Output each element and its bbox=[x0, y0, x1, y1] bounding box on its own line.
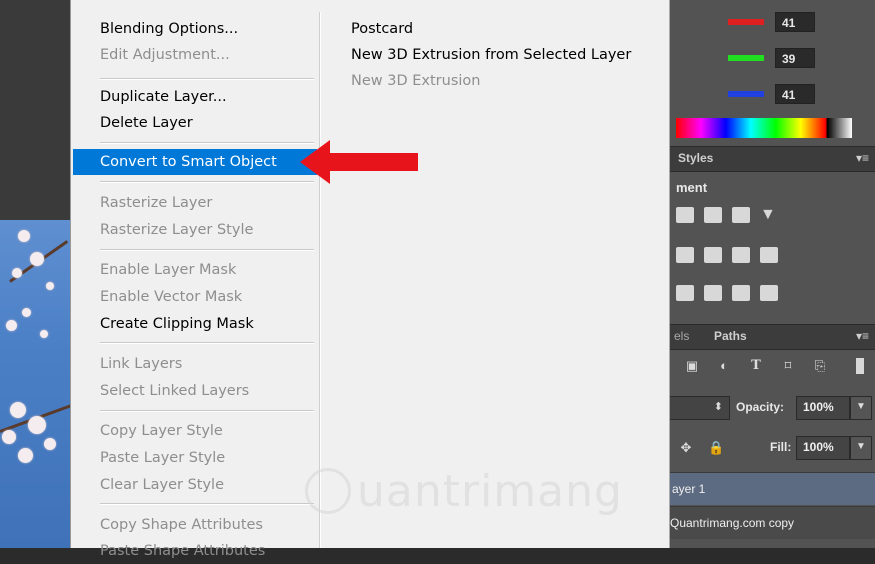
menu-separator bbox=[100, 142, 314, 144]
menu-main-column: Blending Options... Edit Adjustment... D… bbox=[71, 0, 319, 559]
menu-item-create-clipping-mask[interactable]: Create Clipping Mask bbox=[71, 311, 317, 337]
levels-icon[interactable] bbox=[676, 206, 694, 223]
tab-channels[interactable]: els bbox=[674, 329, 689, 343]
exposure-icon[interactable] bbox=[732, 206, 750, 223]
menu-separator bbox=[100, 503, 314, 505]
adjustment-filter-icon[interactable]: ◐ bbox=[716, 358, 732, 374]
layers-panel-header: els Paths ▾≡ bbox=[668, 324, 875, 350]
styles-panel-header: Styles ▾≡ bbox=[668, 146, 875, 172]
menu-separator bbox=[100, 342, 314, 344]
bw-icon[interactable] bbox=[676, 246, 694, 263]
red-arrow-icon bbox=[300, 140, 418, 184]
layer-row[interactable]: Quantrimang.com copy bbox=[668, 506, 875, 539]
menu-item-duplicate-layer[interactable]: Duplicate Layer... bbox=[71, 84, 317, 110]
menu-item-copy-shape-attributes: Copy Shape Attributes bbox=[100, 517, 263, 533]
lock-icon[interactable]: 🔒 bbox=[708, 440, 724, 456]
photo-filter-icon[interactable] bbox=[704, 246, 722, 263]
color-spectrum[interactable] bbox=[676, 118, 852, 138]
tab-styles[interactable]: Styles bbox=[678, 151, 713, 165]
fill-value: 100% bbox=[803, 440, 834, 454]
smart-object-filter-icon[interactable]: ⎘ bbox=[812, 358, 828, 374]
adjustment-icons-row-3 bbox=[676, 284, 788, 306]
color-panel: 41 39 41 bbox=[668, 0, 875, 110]
tab-paths[interactable]: Paths bbox=[714, 329, 747, 343]
opacity-field[interactable]: 100% bbox=[796, 396, 850, 420]
menu-item-rasterize-layer-style: Rasterize Layer Style bbox=[100, 222, 254, 238]
menu-item-postcard[interactable]: Postcard bbox=[351, 16, 413, 42]
blend-mode-select[interactable]: ⬍ bbox=[668, 396, 730, 420]
menu-item-new-3d-extrusion-from-selected[interactable]: New 3D Extrusion from Selected Layer bbox=[351, 42, 631, 68]
opacity-dropdown[interactable]: ▼ bbox=[850, 396, 872, 420]
channel-mixer-icon[interactable] bbox=[732, 246, 750, 263]
threshold-icon[interactable] bbox=[732, 284, 750, 301]
menu-item-edit-adjustment: Edit Adjustment... bbox=[100, 47, 230, 63]
menu-item-new-3d-extrusion: New 3D Extrusion bbox=[351, 73, 481, 89]
layer-name: ayer 1 bbox=[672, 482, 706, 496]
blue-value[interactable]: 41 bbox=[775, 84, 815, 104]
move-icon[interactable]: ✥ bbox=[678, 440, 694, 456]
panel-menu-icon[interactable]: ▾≡ bbox=[856, 151, 869, 165]
panel-menu-icon[interactable]: ▾≡ bbox=[856, 329, 869, 343]
filter-toggle[interactable] bbox=[856, 358, 864, 374]
invert-icon[interactable] bbox=[676, 284, 694, 301]
menu-item-enable-layer-mask: Enable Layer Mask bbox=[100, 262, 237, 278]
adjustment-icons-row-1: ▼ bbox=[676, 206, 776, 228]
menu-item-delete-layer[interactable]: Delete Layer bbox=[71, 110, 317, 136]
menu-item-select-linked-layers: Select Linked Layers bbox=[100, 383, 250, 399]
red-value[interactable]: 41 bbox=[775, 12, 815, 32]
menu-item-paste-layer-style: Paste Layer Style bbox=[100, 450, 226, 466]
bulb-logo-icon bbox=[305, 468, 351, 514]
green-value[interactable]: 39 bbox=[775, 48, 815, 68]
menu-item-link-layers: Link Layers bbox=[100, 356, 183, 372]
menu-item-blending-options[interactable]: Blending Options... bbox=[71, 16, 317, 42]
menu-item-enable-vector-mask: Enable Vector Mask bbox=[100, 289, 243, 305]
curves-icon[interactable] bbox=[704, 206, 722, 223]
selective-color-icon[interactable] bbox=[760, 284, 778, 301]
fill-dropdown[interactable]: ▼ bbox=[850, 436, 872, 460]
canvas-dark-area bbox=[0, 0, 72, 220]
menu-item-copy-layer-style: Copy Layer Style bbox=[100, 423, 223, 439]
menu-item-paste-shape-attributes: Paste Shape Attributes bbox=[100, 543, 266, 559]
photo-canvas bbox=[0, 220, 72, 548]
menu-separator bbox=[100, 78, 314, 80]
image-filter-icon[interactable]: ▣ bbox=[684, 358, 700, 374]
menu-item-clear-layer-style: Clear Layer Style bbox=[100, 477, 224, 493]
menu-separator bbox=[100, 181, 314, 183]
opacity-value: 100% bbox=[803, 400, 834, 414]
opacity-label: Opacity: bbox=[736, 400, 785, 414]
watermark-text: uantrimang bbox=[357, 466, 623, 517]
color-lookup-icon[interactable] bbox=[760, 246, 778, 263]
adjustments-title: ment bbox=[676, 180, 708, 195]
gradient-map-icon[interactable]: ▼ bbox=[760, 206, 776, 223]
menu-separator bbox=[100, 249, 314, 251]
menu-separator bbox=[100, 410, 314, 412]
posterize-icon[interactable] bbox=[704, 284, 722, 301]
layer-name: Quantrimang.com copy bbox=[670, 516, 795, 530]
menu-item-rasterize-layer: Rasterize Layer bbox=[100, 195, 213, 211]
layer-row[interactable]: ayer 1 bbox=[668, 472, 875, 505]
type-tool-icon[interactable]: T bbox=[748, 358, 764, 374]
menu-item-convert-to-smart-object[interactable]: Convert to Smart Object bbox=[73, 149, 317, 175]
adjustment-icons-row-2 bbox=[676, 246, 788, 268]
layer-filter-row: ▣ ◐ T ⌑ ⎘ bbox=[682, 358, 872, 378]
watermark: uantrimang bbox=[305, 462, 635, 532]
fill-field[interactable]: 100% bbox=[796, 436, 850, 460]
shape-filter-icon[interactable]: ⌑ bbox=[780, 358, 796, 374]
fill-label: Fill: bbox=[770, 440, 792, 454]
